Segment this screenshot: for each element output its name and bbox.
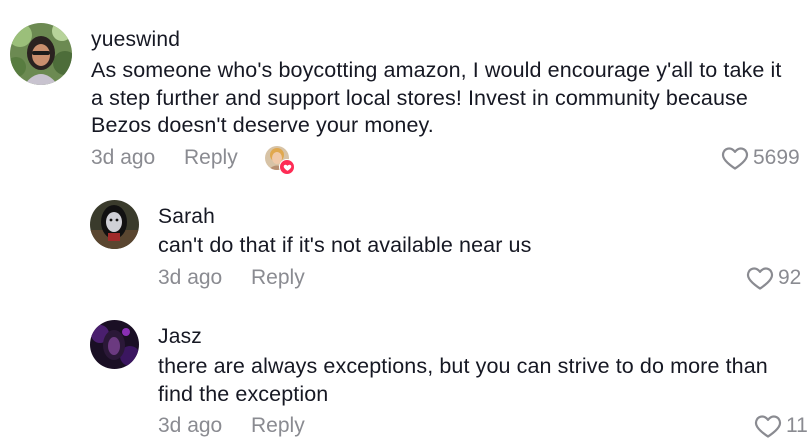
reply-timestamp: 3d ago	[158, 266, 223, 289]
avatar-sarah[interactable]	[90, 200, 139, 249]
comment-text: As someone who's boycotting amazon, I wo…	[91, 58, 782, 137]
creator-liked-badge	[265, 146, 295, 175]
like-count: 5699	[753, 146, 800, 169]
like-button[interactable]: 5699	[721, 145, 800, 171]
heart-outline-icon	[721, 147, 749, 170]
comment-username[interactable]: yueswind	[91, 28, 180, 52]
heart-outline-icon	[746, 267, 774, 290]
heart-icon	[279, 159, 295, 175]
avatar-image	[10, 23, 72, 85]
reply-username[interactable]: Sarah	[158, 205, 215, 229]
avatar-image	[90, 320, 139, 369]
like-button[interactable]: 92	[746, 265, 801, 291]
avatar-image	[90, 200, 139, 249]
like-count: 11	[786, 414, 808, 437]
heart-outline-icon	[754, 415, 782, 438]
avatar-yueswind[interactable]	[10, 23, 72, 85]
avatar-jasz[interactable]	[90, 320, 139, 369]
like-count: 92	[778, 266, 802, 289]
comment-timestamp: 3d ago	[91, 146, 156, 169]
comment-thread: yueswind As someone who's boycotting ama…	[0, 0, 809, 447]
like-button[interactable]: 11	[754, 413, 808, 439]
reply-timestamp: 3d ago	[158, 414, 223, 437]
reply-button[interactable]: Reply	[251, 414, 305, 438]
reply-button[interactable]: Reply	[184, 146, 238, 170]
reply-text: can't do that if it's not available near…	[158, 233, 532, 257]
reply-username[interactable]: Jasz	[158, 325, 202, 349]
reply-text: there are always exceptions, but you can…	[158, 354, 768, 406]
reply-button[interactable]: Reply	[251, 266, 305, 290]
